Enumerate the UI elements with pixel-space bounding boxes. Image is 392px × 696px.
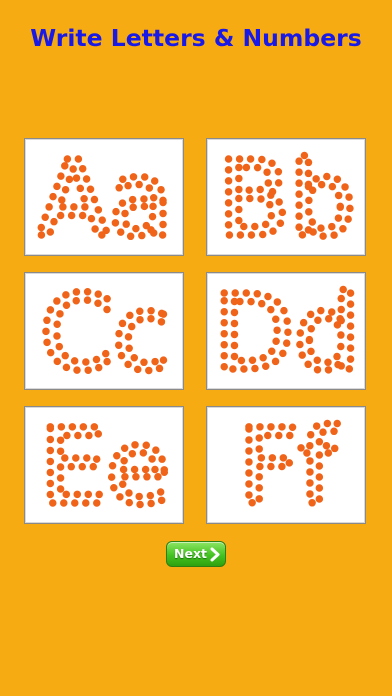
dotted-letters: Cc xyxy=(36,273,173,391)
letter-card-f[interactable]: Ff xyxy=(206,406,366,525)
letter-card-e[interactable]: Ee xyxy=(24,406,184,525)
dotted-letters: Ff xyxy=(235,407,341,525)
dotted-letters: Bb xyxy=(215,139,360,257)
dotted-letter-text: Aa xyxy=(38,139,173,257)
letter-card-c[interactable]: Cc xyxy=(24,272,184,391)
dotted-letter-text: Ff xyxy=(239,407,338,525)
chevron-right-icon xyxy=(210,547,220,562)
dotted-letters: Dd xyxy=(210,273,364,391)
letter-card-d[interactable]: Dd xyxy=(206,272,366,391)
dotted-letters: Ee xyxy=(36,407,173,525)
letter-card-b[interactable]: Bb xyxy=(206,138,366,257)
dotted-letter-text: Dd xyxy=(214,273,360,391)
dotted-letters: Aa xyxy=(34,139,176,257)
dotted-letter-text: Ee xyxy=(40,407,170,525)
letter-card-a[interactable]: Aa xyxy=(24,138,184,257)
dotted-letter-text: Cc xyxy=(40,273,170,391)
dotted-letter-text: Bb xyxy=(218,139,355,257)
next-button[interactable]: Next xyxy=(166,541,226,567)
app-title: Write Letters & Numbers xyxy=(30,24,362,52)
next-button-label: Next xyxy=(174,546,207,561)
